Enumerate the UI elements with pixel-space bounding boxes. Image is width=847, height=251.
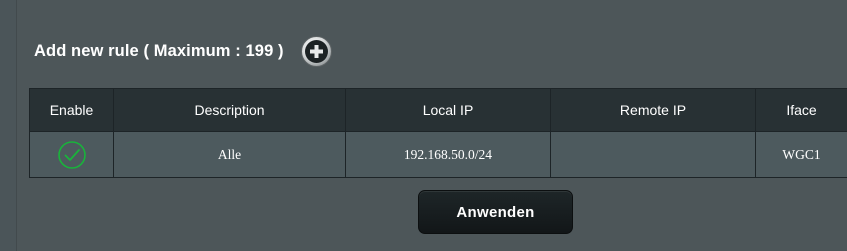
cell-description: Alle xyxy=(113,131,346,178)
table-row: Alle 192.168.50.0/24 WGC1 xyxy=(29,131,847,178)
cell-enable xyxy=(29,131,114,178)
header-iface: Iface xyxy=(755,88,847,132)
apply-button[interactable]: Anwenden xyxy=(418,190,573,234)
table-header-row: Enable Description Local IP Remote IP If… xyxy=(29,88,847,132)
check-circle-icon[interactable] xyxy=(57,140,87,170)
header-local-ip: Local IP xyxy=(345,88,551,132)
section-title: Add new rule ( Maximum : 199 ) xyxy=(34,42,284,60)
header-enable: Enable xyxy=(29,88,114,132)
rules-table: Enable Description Local IP Remote IP If… xyxy=(29,88,847,178)
cell-remote-ip xyxy=(550,131,756,178)
header-remote-ip: Remote IP xyxy=(550,88,756,132)
plus-circle-icon[interactable] xyxy=(300,35,333,68)
cell-iface: WGC1 xyxy=(755,131,847,178)
header-description: Description xyxy=(113,88,346,132)
cell-local-ip: 192.168.50.0/24 xyxy=(345,131,551,178)
